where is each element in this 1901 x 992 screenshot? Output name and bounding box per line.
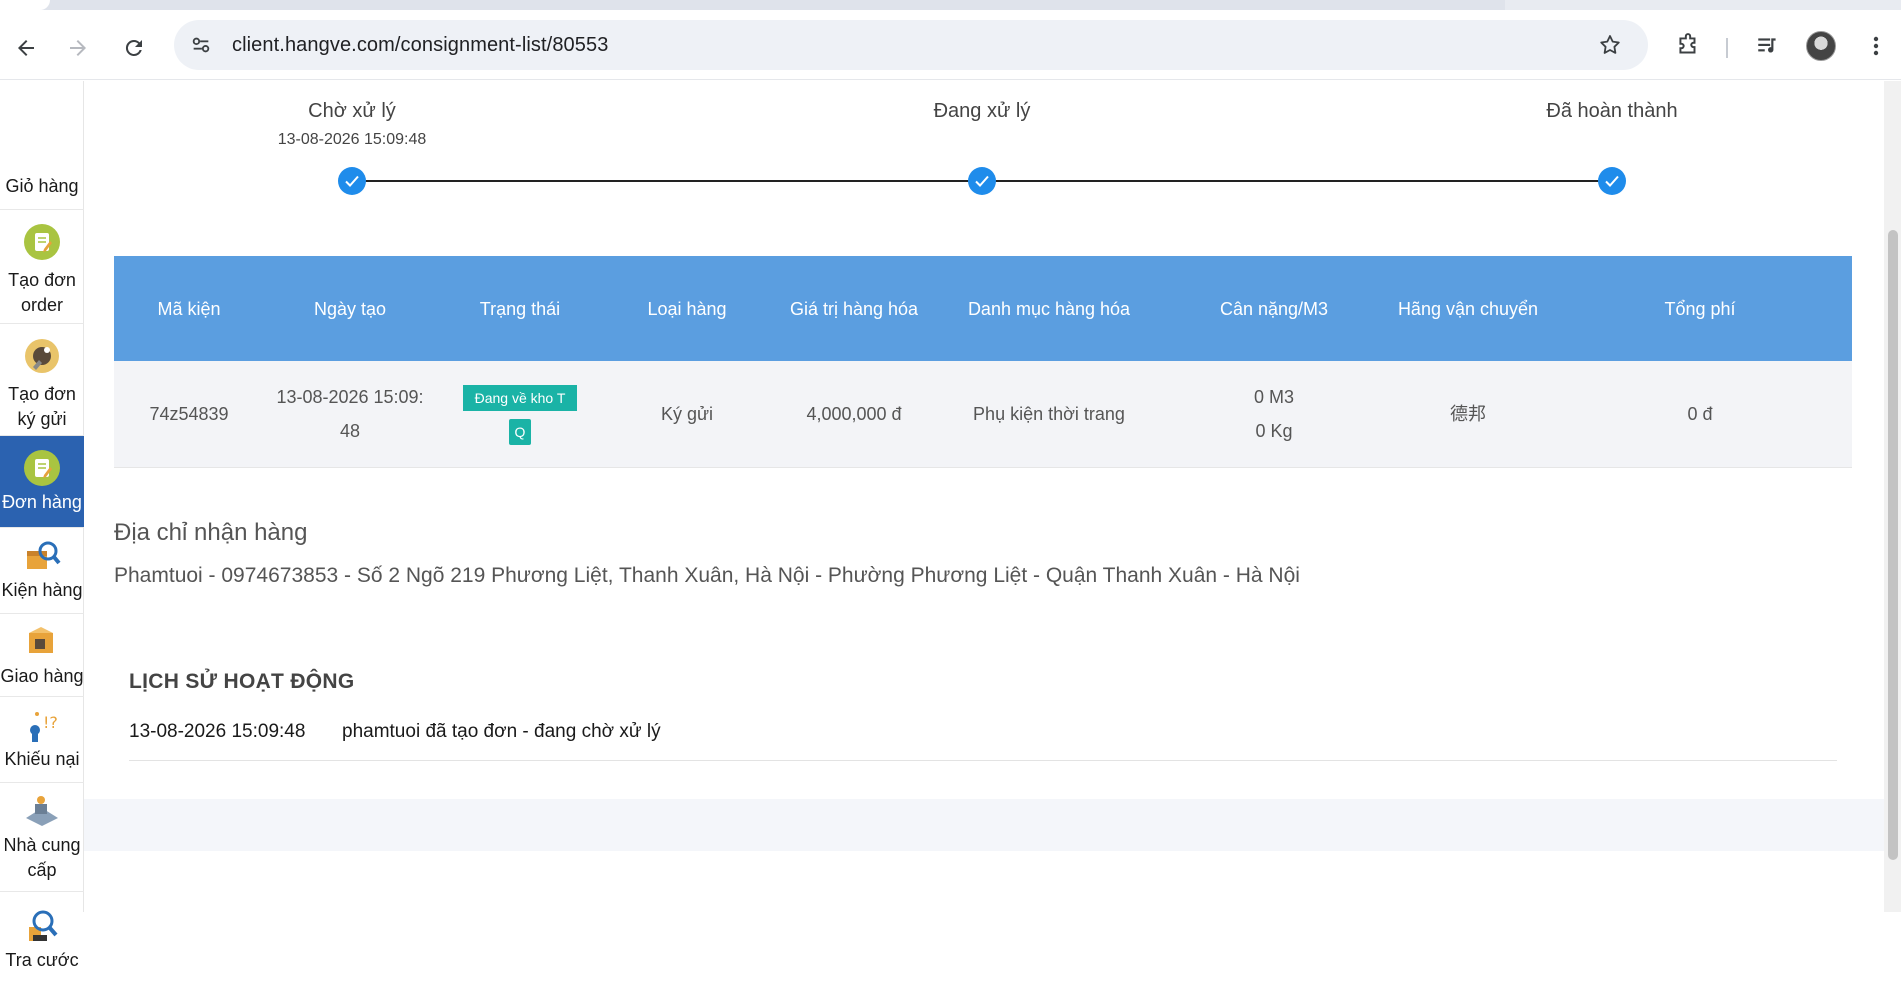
cell-value: 4,000,000 đ (770, 361, 938, 468)
step-title-pending: Chờ xử lý (308, 100, 396, 122)
step-check-icon (968, 167, 996, 195)
sidebar-item-complaint[interactable]: !? Khiếu nại (0, 697, 84, 783)
sidebar-item-label: Giỏ hàng (5, 176, 79, 196)
cell-type: Ký gửi (604, 361, 770, 468)
step-connector (982, 180, 1612, 182)
address-text: Phamtuoi - 0974673853 - Số 2 Ngõ 219 Phư… (114, 564, 1300, 587)
col-header-weight: Cân nặng/M3 (1160, 256, 1388, 361)
step-title-processing: Đang xử lý (933, 100, 1031, 122)
table-row[interactable]: 74z54839 13-08-2026 15:09:48 Đang về kho… (114, 361, 1852, 468)
col-header-value: Giá trị hàng hóa (770, 256, 938, 361)
reload-icon (125, 39, 142, 56)
profile-avatar[interactable] (1806, 31, 1836, 61)
order-progress-steps: Chờ xử lý 13-08-2026 15:09:48 Đang xử lý… (84, 81, 1884, 231)
sidebar-item-cart[interactable]: Giỏ hàng (0, 41, 84, 210)
col-header-code: Mã kiện (114, 256, 264, 361)
col-header-carrier: Hãng vận chuyển (1388, 256, 1548, 361)
site-info-icon[interactable] (186, 30, 216, 60)
page-scrollbar-thumb[interactable] (1888, 230, 1898, 860)
history-time: 13-08-2026 15:09:48 (129, 721, 306, 742)
cell-category: Phụ kiện thời trang (938, 361, 1160, 468)
address-bar[interactable]: client.hangve.com/consignment-list/80553 (174, 20, 1648, 70)
sidebar-item-label: Khiếu nại (4, 749, 80, 769)
col-header-status: Trạng thái (436, 256, 604, 361)
sidebar-item-label: Tra cước (5, 950, 79, 970)
weight-value: 0 Kg (1255, 420, 1293, 441)
cell-carrier: 德邦 (1388, 361, 1548, 468)
col-header-type: Loại hàng (604, 256, 770, 361)
inactive-tab-edge[interactable] (1505, 0, 1901, 10)
delivery-icon (22, 622, 62, 662)
tab-strip (0, 0, 1901, 10)
create-consignment-icon (22, 336, 62, 376)
sidebar-item-delivery[interactable]: Giao hàng (0, 614, 84, 697)
sidebar-item-label: Tạo đơn order (8, 270, 76, 315)
cell-code: 74z54839 (114, 361, 264, 468)
history-entry: 13-08-2026 15:09:48 phamtuoi đã tạo đơn … (129, 717, 1837, 761)
cell-weight: 0 M3 0 Kg (1160, 361, 1388, 468)
sidebar-item-create-order[interactable]: Tạo đơn order (0, 210, 84, 324)
supplier-icon (22, 791, 62, 831)
main-content: Chờ xử lý 13-08-2026 15:09:48 Đang xử lý… (84, 81, 1884, 912)
create-order-icon (22, 222, 62, 262)
history-text: phamtuoi đã tạo đơn - đang chờ xử lý (342, 721, 661, 742)
orders-icon (22, 448, 62, 488)
history-title: LỊCH SỬ HOẠT ĐỘNG (129, 670, 355, 693)
url-text[interactable]: client.hangve.com/consignment-list/80553 (232, 34, 608, 57)
sidebar-item-label: Giao hàng (0, 666, 84, 686)
sidebar-item-label: Kiện hàng (1, 580, 83, 600)
bookmark-star-icon[interactable] (1596, 31, 1624, 59)
cell-status: Đang về kho T Q (436, 361, 604, 468)
step-check-icon (1598, 167, 1626, 195)
fee-lookup-icon (22, 906, 62, 946)
step-connector (352, 180, 982, 182)
step-check-icon (338, 167, 366, 195)
sidebar-item-create-consignment[interactable]: Tạo đơn ký gửi (0, 324, 84, 436)
extensions-puzzle-icon[interactable] (1670, 28, 1706, 64)
step-time-pending: 13-08-2026 15:09:48 (277, 131, 427, 148)
step-title-completed: Đã hoàn thành (1546, 100, 1678, 122)
reload-button[interactable] (116, 30, 152, 66)
table-header-row: Mã kiện Ngày tạo Trạng thái Loại hàng Gi… (114, 256, 1852, 361)
address-title: Địa chỉ nhận hàng (114, 519, 308, 546)
more-menu-icon[interactable] (1858, 28, 1894, 64)
col-header-fee: Tổng phí (1548, 256, 1852, 361)
sidebar-item-label: Tạo đơn ký gửi (8, 384, 76, 429)
complaint-icon: !? (22, 705, 62, 745)
svg-text:!?: !? (43, 713, 58, 732)
cell-fee: 0 đ (1548, 361, 1852, 468)
active-tab-edge[interactable] (0, 0, 50, 10)
packages-icon (22, 536, 62, 576)
status-badge: Đang về kho T (463, 384, 577, 411)
media-control-icon[interactable] (1750, 28, 1786, 64)
sidebar-item-supplier[interactable]: Nhà cung cấp (0, 783, 84, 892)
col-header-category: Danh mục hàng hóa (938, 256, 1160, 361)
toolbar-separator (1726, 38, 1728, 58)
sidebar: Giỏ hàng Tạo đơn order Tạo đơn ký gửi Đơ… (0, 81, 84, 970)
cell-created: 13-08-2026 15:09:48 (264, 361, 436, 468)
volume-value: 0 M3 (1253, 386, 1295, 407)
sidebar-item-orders[interactable]: Đơn hàng (0, 436, 84, 528)
sidebar-item-label: Đơn hàng (2, 492, 82, 512)
col-header-created: Ngày tạo (264, 256, 436, 361)
sidebar-item-label: Nhà cung cấp (3, 835, 81, 880)
package-table: Mã kiện Ngày tạo Trạng thái Loại hàng Gi… (114, 256, 1852, 468)
footer-band (84, 799, 1884, 851)
sidebar-item-packages[interactable]: Kiện hàng (0, 528, 84, 614)
status-badge: Q (508, 418, 532, 445)
browser-toolbar: client.hangve.com/consignment-list/80553 (0, 10, 1901, 80)
sidebar-item-fee-lookup[interactable]: Tra cước (0, 892, 84, 992)
